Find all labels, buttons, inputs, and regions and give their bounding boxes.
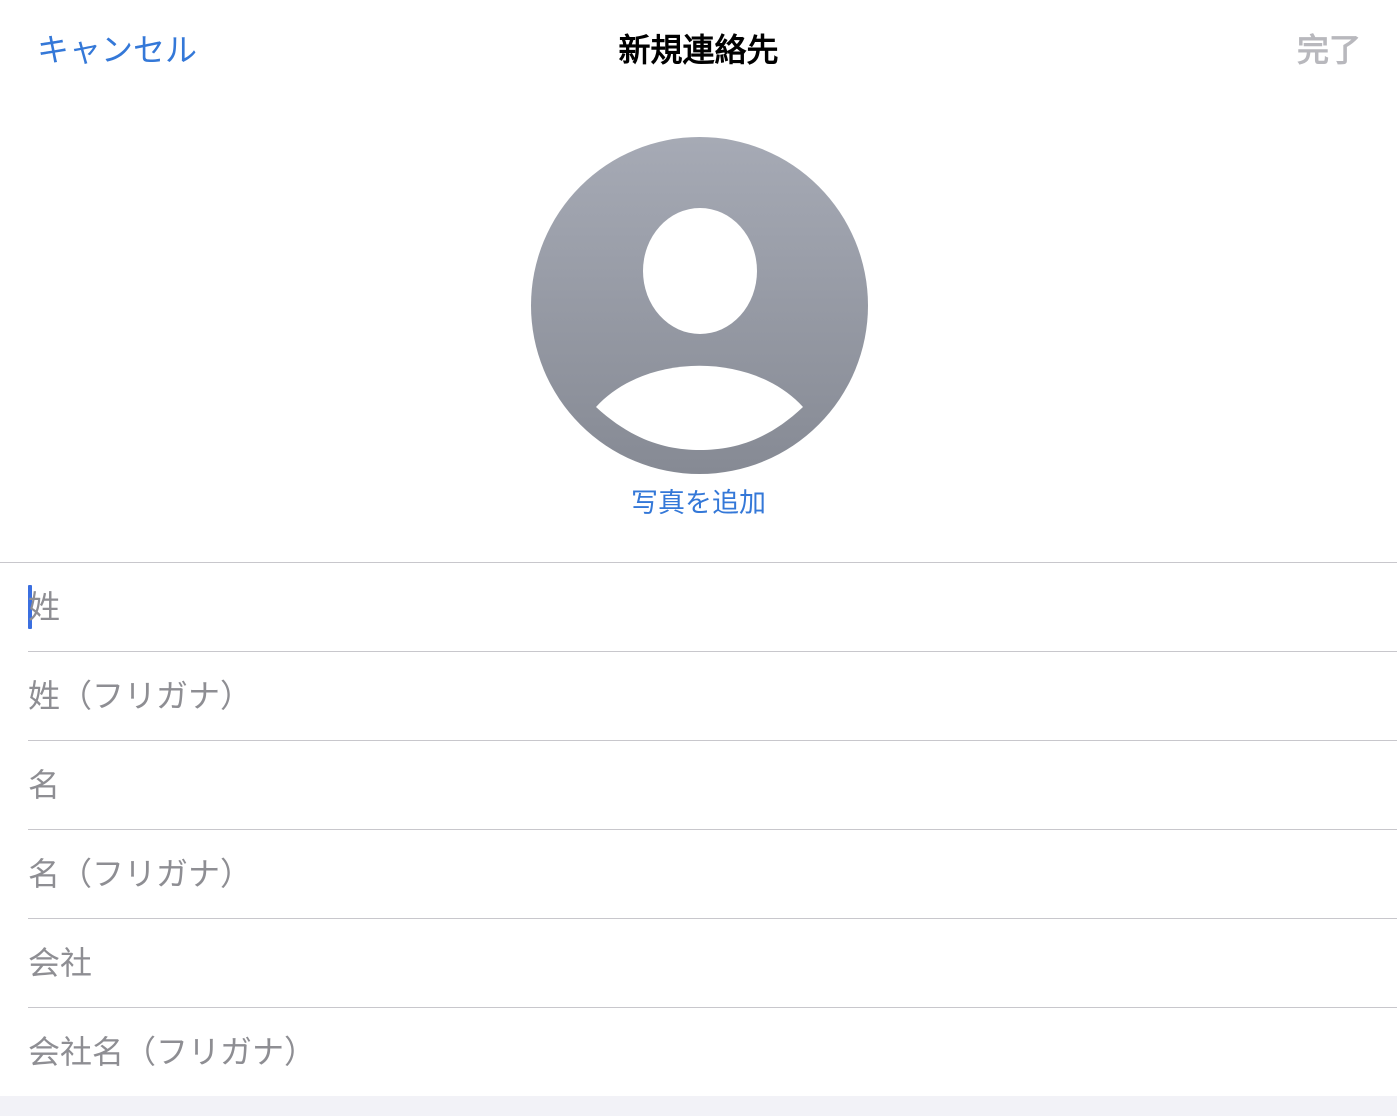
last-name-placeholder: 姓 — [28, 588, 61, 626]
company-furigana-field[interactable]: 会社名（フリガナ） — [0, 1008, 1397, 1097]
last-name-furigana-field[interactable]: 姓（フリガナ） — [28, 652, 1397, 741]
page-title: 新規連絡先 — [618, 31, 779, 69]
section-separator — [0, 1096, 1397, 1116]
contact-photo-placeholder[interactable] — [531, 137, 868, 474]
first-name-field[interactable]: 名 — [28, 741, 1397, 830]
company-furigana-placeholder: 会社名（フリガナ） — [28, 1033, 317, 1071]
first-name-placeholder: 名 — [28, 766, 61, 804]
done-button[interactable]: 完了 — [1297, 28, 1361, 72]
last-name-furigana-placeholder: 姓（フリガナ） — [28, 677, 253, 715]
first-name-furigana-field[interactable]: 名（フリガナ） — [28, 830, 1397, 919]
company-placeholder: 会社 — [28, 944, 93, 982]
company-field[interactable]: 会社 — [28, 919, 1397, 1008]
person-silhouette-icon — [531, 137, 868, 474]
contact-form: 姓 姓（フリガナ） 名 名（フリガナ） 会社 会社名（フリガナ） — [0, 562, 1397, 1097]
navigation-bar: キャンセル 新規連絡先 完了 — [0, 0, 1397, 100]
first-name-furigana-placeholder: 名（フリガナ） — [28, 855, 253, 893]
add-photo-button[interactable]: 写真を追加 — [0, 484, 1397, 524]
last-name-field[interactable]: 姓 — [28, 563, 1397, 652]
